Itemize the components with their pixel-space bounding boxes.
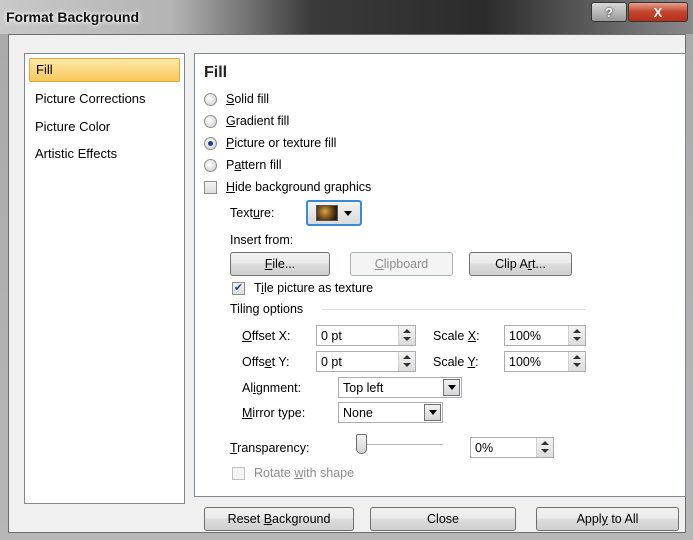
offset-x-value: 0 pt xyxy=(321,328,342,343)
solid-fill-label: Solid fill xyxy=(226,92,270,106)
nav-item-fill[interactable]: Fill xyxy=(29,58,180,82)
nav-item-label: Picture Color xyxy=(35,119,111,134)
texture-swatch-icon xyxy=(316,205,338,221)
spin-arrows-icon[interactable] xyxy=(398,352,415,371)
help-icon: ? xyxy=(605,4,613,20)
transparency-spinner[interactable]: 0% xyxy=(470,437,554,458)
pattern-fill-radio[interactable]: Pattern fill xyxy=(204,158,282,172)
clipboard-button-label: Clipboard xyxy=(374,257,429,271)
scale-y-value: 100% xyxy=(509,354,541,369)
solid-fill-radio[interactable]: Solid fill xyxy=(204,92,269,106)
offset-y-spinner[interactable]: 0 pt xyxy=(316,351,416,372)
chevron-down-icon[interactable] xyxy=(443,379,460,396)
file-button[interactable]: File... xyxy=(230,252,330,276)
transparency-slider-track[interactable] xyxy=(361,444,443,446)
close-icon: X xyxy=(653,4,663,20)
texture-label: Texture: xyxy=(230,206,275,220)
nav-item-label: Artistic Effects xyxy=(35,146,118,161)
spin-arrows-icon[interactable] xyxy=(568,326,585,345)
checkbox-box xyxy=(232,466,245,480)
close-window-button[interactable]: X xyxy=(628,2,688,22)
radio-indicator xyxy=(204,92,217,106)
nav-item-picture-corrections[interactable]: Picture Corrections xyxy=(29,87,180,111)
spin-arrows-icon[interactable] xyxy=(568,352,585,371)
nav-item-picture-color[interactable]: Picture Color xyxy=(29,115,180,139)
mirror-type-value: None xyxy=(343,405,373,420)
scale-x-spinner[interactable]: 100% xyxy=(504,325,586,346)
offset-y-label: Offset Y: xyxy=(242,355,290,369)
alignment-value: Top left xyxy=(343,380,384,395)
offset-x-spinner[interactable]: 0 pt xyxy=(316,325,416,346)
nav-item-artistic-effects[interactable]: Artistic Effects xyxy=(29,142,180,166)
close-button-label: Close xyxy=(427,512,459,526)
hide-background-graphics-label: Hide background graphics xyxy=(226,180,372,194)
gradient-fill-label: Gradient fill xyxy=(226,114,290,128)
chevron-down-icon xyxy=(344,210,352,216)
radio-indicator xyxy=(204,114,217,128)
title-bar[interactable]: Format Background ? X xyxy=(0,0,693,34)
checkbox-box xyxy=(204,180,217,194)
tile-picture-checkbox[interactable]: ✔ Tile picture as texture xyxy=(232,281,373,295)
help-button[interactable]: ? xyxy=(591,2,627,22)
rotate-with-shape-checkbox[interactable]: Rotate with shape xyxy=(232,466,354,480)
alignment-label: Alignment: xyxy=(242,381,302,395)
tile-picture-label: Tile picture as texture xyxy=(254,281,374,295)
scale-x-label: Scale X: xyxy=(433,329,480,343)
nav-item-label: Picture Corrections xyxy=(35,91,146,106)
mirror-type-select[interactable]: None xyxy=(338,402,443,423)
pattern-fill-label: Pattern fill xyxy=(226,158,282,172)
insert-from-label: Insert from: xyxy=(230,233,294,247)
picture-texture-fill-radio[interactable]: Picture or texture fill xyxy=(204,136,336,150)
clip-art-button[interactable]: Clip Art... xyxy=(469,252,572,276)
radio-indicator xyxy=(204,136,217,150)
transparency-label: Transparency: xyxy=(230,441,310,455)
scale-y-label: Scale Y: xyxy=(433,355,479,369)
clip-art-button-label: Clip Art... xyxy=(495,257,546,271)
radio-indicator xyxy=(204,158,217,172)
format-background-dialog: Format Background ? X Fill Picture Corre… xyxy=(0,0,693,540)
clipboard-button[interactable]: Clipboard xyxy=(350,252,453,276)
offset-y-value: 0 pt xyxy=(321,354,342,369)
close-button[interactable]: Close xyxy=(370,507,516,531)
apply-to-all-button[interactable]: Apply to All xyxy=(536,507,679,531)
texture-dropdown[interactable] xyxy=(306,200,362,226)
dialog-title: Format Background xyxy=(6,9,140,25)
panel-title: Fill xyxy=(204,64,228,81)
group-separator xyxy=(322,309,586,310)
spin-arrows-icon[interactable] xyxy=(536,438,553,457)
category-list: Fill Picture Corrections Picture Color A… xyxy=(24,53,185,504)
offset-x-label: Offset X: xyxy=(242,329,291,343)
checkbox-check-icon: ✔ xyxy=(232,281,245,295)
transparency-value: 0% xyxy=(475,440,494,455)
reset-background-button[interactable]: Reset Background xyxy=(204,507,354,531)
gradient-fill-radio[interactable]: Gradient fill xyxy=(204,114,289,128)
chevron-down-icon[interactable] xyxy=(424,404,441,421)
nav-item-label: Fill xyxy=(36,62,53,77)
mirror-type-label: Mirror type: xyxy=(242,406,306,420)
alignment-select[interactable]: Top left xyxy=(338,377,462,398)
hide-background-graphics-checkbox[interactable]: Hide background graphics xyxy=(204,180,371,194)
transparency-slider-thumb[interactable] xyxy=(356,434,367,454)
rotate-with-shape-label: Rotate with shape xyxy=(254,466,355,480)
scale-x-value: 100% xyxy=(509,328,541,343)
apply-to-all-label: Apply to All xyxy=(576,512,639,526)
picture-texture-fill-label: Picture or texture fill xyxy=(226,136,337,150)
scale-y-spinner[interactable]: 100% xyxy=(504,351,586,372)
tiling-options-label: Tiling options xyxy=(230,302,304,316)
reset-background-label: Reset Background xyxy=(227,512,331,526)
spin-arrows-icon[interactable] xyxy=(398,326,415,345)
file-button-label: File... xyxy=(264,257,296,271)
